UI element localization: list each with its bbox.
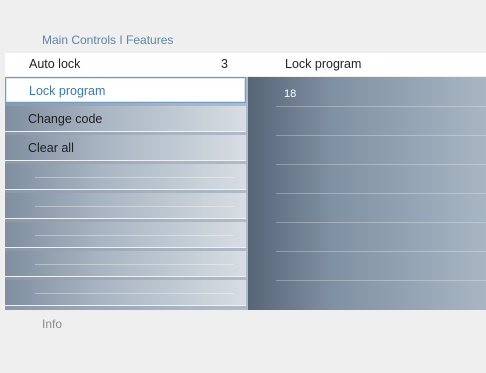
detail-panel: 18: [248, 77, 486, 310]
menu-content: Lock program Change code Clear all 18: [5, 77, 486, 310]
info-label: Info: [42, 317, 63, 331]
detail-row-divider: [276, 164, 486, 165]
menu-item-change-code[interactable]: Change code: [5, 106, 246, 132]
menu-item-divider: [35, 235, 234, 236]
detail-row-divider: [276, 251, 486, 252]
menu-item-divider: [35, 293, 234, 294]
detail-row-divider: [276, 280, 486, 281]
header-auto-lock-label: Auto lock: [29, 57, 81, 71]
menu-item-label: Clear all: [28, 141, 74, 155]
menu-item-empty: [5, 164, 246, 190]
tv-menu-screen: Main Controls I Features Auto lock 3 Loc…: [0, 0, 486, 373]
detail-row-divider: [276, 222, 486, 223]
menu-item-empty: [5, 251, 246, 277]
header-auto-lock-value: 3: [221, 57, 228, 71]
menu-item-empty: [5, 280, 246, 306]
lock-program-value[interactable]: 18: [284, 88, 296, 100]
menu-item-divider: [35, 264, 234, 265]
menu-item-clear-all[interactable]: Clear all: [5, 135, 246, 161]
menu-item-divider: [35, 206, 234, 207]
header-lock-program-label: Lock program: [285, 57, 362, 71]
menu-item-label: Change code: [28, 112, 103, 126]
menu-item-label: Lock program: [29, 84, 106, 98]
menu-list: Lock program Change code Clear all: [5, 77, 248, 310]
detail-row-divider: [276, 135, 486, 136]
detail-row-divider: [276, 106, 486, 107]
menu-item-lock-program[interactable]: Lock program: [5, 77, 246, 103]
detail-row-divider: [276, 193, 486, 194]
header-row: Auto lock 3 Lock program: [5, 53, 486, 76]
menu-item-empty: [5, 193, 246, 219]
breadcrumb: Main Controls I Features: [42, 33, 174, 47]
menu-item-divider: [35, 177, 234, 178]
menu-item-empty: [5, 222, 246, 248]
